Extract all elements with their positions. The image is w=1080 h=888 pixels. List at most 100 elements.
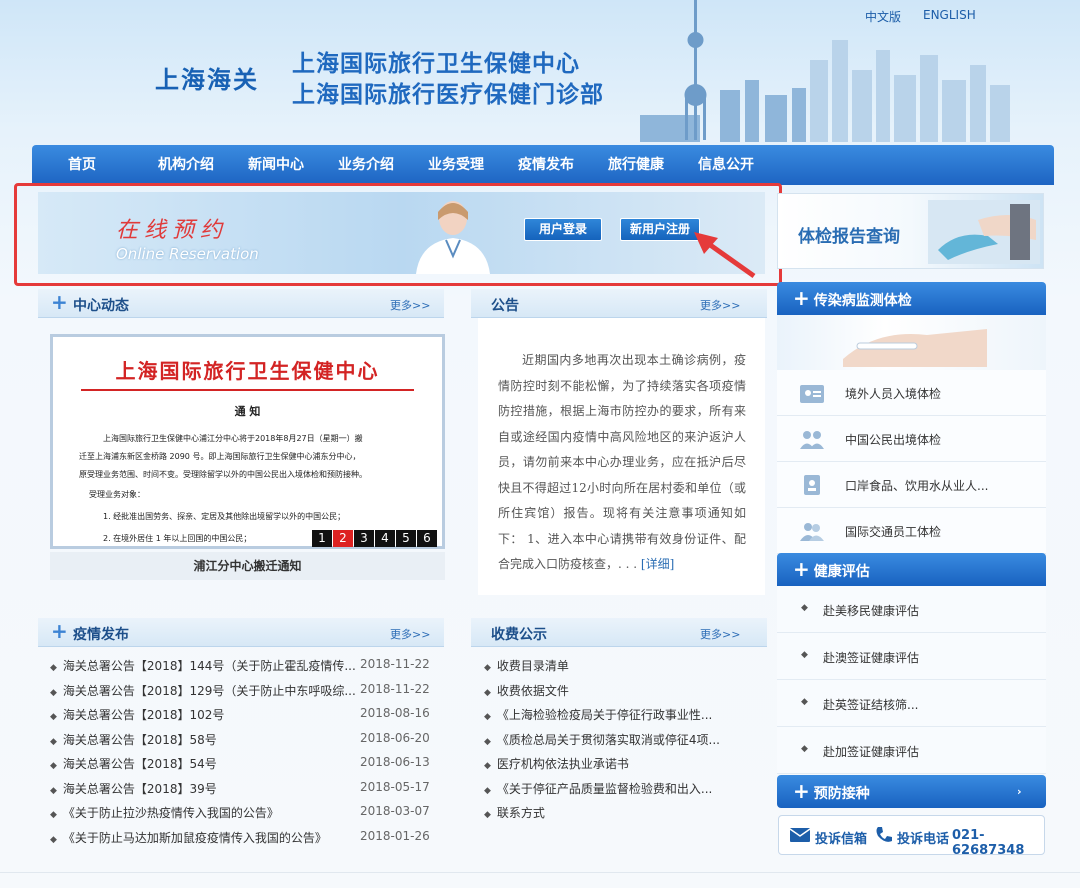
skyline-illustration [640, 0, 1010, 142]
phone-icon [876, 827, 892, 842]
pager-page-6[interactable]: 6 [417, 530, 437, 547]
news-slide-caption[interactable]: 浦江分中心搬迁通知 [50, 552, 445, 580]
doctor-hands-art [843, 329, 987, 367]
health-item-label[interactable]: 赴澳签证健康评估 [823, 649, 919, 666]
list-item-title[interactable]: 医疗机构依法执业承诺书 [497, 757, 629, 771]
infectious-item-label[interactable]: 中国公民出境体检 [845, 431, 941, 448]
notice-doc-heading: 通 知 [234, 405, 261, 418]
vaccination-title: 预防接种 [813, 786, 870, 802]
infectious-item-label[interactable]: 国际交通员工体检 [845, 523, 941, 540]
list-item-title[interactable]: 海关总署公告【2018】129号（关于防止中东呼吸综... [63, 684, 356, 698]
infectious-item-label[interactable]: 口岸食品、饮用水从业人... [845, 477, 988, 494]
announcement-more-link[interactable]: 更多>> [700, 297, 740, 313]
fees-more-link[interactable]: 更多>> [700, 626, 740, 642]
list-item-title[interactable]: 《关于停征产品质量监督检验费和出入... [497, 782, 712, 796]
health-item-au[interactable]: ◆ 赴澳签证健康评估 [777, 633, 1046, 680]
bullet-icon: ◆ [50, 687, 57, 698]
doctor-hands-image [777, 315, 1046, 370]
pager-page-1[interactable]: 1 [312, 530, 332, 547]
announcement-panel-header: 公告 更多>> [471, 289, 767, 318]
health-item-uk[interactable]: ◆ 赴英签证结核筛... [777, 680, 1046, 727]
report-lookup-banner[interactable]: 体检报告查询 [777, 193, 1044, 269]
nav-info-disclosure[interactable]: 信息公开 [698, 145, 788, 185]
infectious-item-transport-staff[interactable]: 国际交通员工体检 [777, 508, 1046, 554]
list-item-title[interactable]: 《质检总局关于贯彻落实取消或停征4项... [497, 733, 720, 747]
group-icon [800, 431, 824, 449]
list-item[interactable]: ◆ 《上海检验检疫局关于停征行政事业性... [484, 706, 764, 731]
list-item[interactable]: ◆ 海关总署公告【2018】144号（关于防止霍乱疫情传... 2018-11-22 [50, 657, 445, 682]
pager-page-4[interactable]: 4 [375, 530, 395, 547]
list-item-title[interactable]: 收费依据文件 [497, 684, 569, 698]
list-item[interactable]: ◆ 《关于停征产品质量监督检验费和出入... [484, 780, 764, 805]
list-item[interactable]: ◆ 《关于防止马达加斯加鼠疫疫情传入我国的公告》 2018-01-26 [50, 829, 445, 854]
infectious-item-outbound[interactable]: 中国公民出境体检 [777, 416, 1046, 462]
list-item[interactable]: ◆ 海关总署公告【2018】39号 2018-05-17 [50, 780, 445, 805]
infectious-item-inbound[interactable]: 境外人员入境体检 [777, 370, 1046, 416]
chevron-right-icon: › [1017, 785, 1022, 798]
nav-travel-health[interactable]: 旅行健康 [608, 145, 698, 185]
list-item-title[interactable]: 海关总署公告【2018】144号（关于防止霍乱疫情传... [63, 659, 356, 673]
news-slideshow[interactable]: 上海国际旅行卫生保健中心 通 知 上海国际旅行卫生保健中心浦江分中心将于2018… [50, 334, 445, 549]
medical-hands-image [928, 200, 1040, 264]
complaint-mailbox-link[interactable]: 投诉信箱 [815, 828, 867, 847]
nav-about[interactable]: 机构介绍 [158, 145, 248, 185]
list-item-title[interactable]: 海关总署公告【2018】102号 [63, 708, 224, 722]
health-item-label[interactable]: 赴加签证健康评估 [823, 743, 919, 760]
nav-news[interactable]: 新闻中心 [248, 145, 338, 185]
site-title-line2: 上海国际旅行医疗保健门诊部 [292, 82, 604, 108]
list-item[interactable]: ◆ 海关总署公告【2018】54号 2018-06-13 [50, 755, 445, 780]
announcement-detail-link[interactable]: [详细] [641, 557, 674, 571]
news-panel-title: 中心动态 [73, 298, 129, 314]
vaccination-header[interactable]: + 预防接种 › [777, 775, 1046, 808]
bullet-icon: ◆ [801, 650, 808, 660]
health-item-label[interactable]: 赴美移民健康评估 [823, 602, 919, 619]
news-more-link[interactable]: 更多>> [390, 297, 430, 313]
people-icon [800, 523, 824, 541]
list-item[interactable]: ◆ 收费依据文件 [484, 682, 764, 707]
list-item-title[interactable]: 海关总署公告【2018】39号 [63, 782, 217, 796]
list-item-title[interactable]: 《上海检验检疫局关于停征行政事业性... [497, 708, 712, 722]
health-item-us[interactable]: ◆ 赴美移民健康评估 [777, 586, 1046, 633]
pager-page-5[interactable]: 5 [396, 530, 416, 547]
nav-service-acceptance[interactable]: 业务受理 [428, 145, 518, 185]
bullet-icon: ◆ [484, 761, 491, 771]
list-item-title[interactable]: 《关于防止马达加斯加鼠疫疫情传入我国的公告》 [63, 831, 327, 845]
nav-home[interactable]: 首页 [68, 145, 158, 185]
id-card-icon [800, 385, 824, 403]
pager-page-3[interactable]: 3 [354, 530, 374, 547]
list-item[interactable]: ◆ 海关总署公告【2018】129号（关于防止中东呼吸综... 2018-11-22 [50, 682, 445, 707]
list-item-date: 2018-03-07 [360, 804, 430, 818]
health-item-ca[interactable]: ◆ 赴加签证健康评估 [777, 727, 1046, 774]
list-item[interactable]: ◆ 联系方式 [484, 804, 764, 829]
customs-logo[interactable]: 上海海关 [155, 60, 259, 95]
notice-doc-line: 受理业务对象： [89, 490, 145, 499]
notice-doc-title: 上海国际旅行卫生保健中心 [115, 359, 380, 383]
announcement-text: 近期国内多地再次出现本土确诊病例，疫情防控时刻不能松懈，为了持续落实各项疫情防控… [498, 353, 746, 571]
infectious-item-food-workers[interactable]: 口岸食品、饮用水从业人... [777, 462, 1046, 508]
news-panel-header: + 中心动态 更多>> [38, 289, 444, 318]
nav-services[interactable]: 业务介绍 [338, 145, 428, 185]
bullet-icon: ◆ [801, 603, 808, 613]
list-item-date: 2018-08-16 [360, 706, 430, 720]
list-item-title[interactable]: 海关总署公告【2018】58号 [63, 733, 217, 747]
epidemic-more-link[interactable]: 更多>> [390, 626, 430, 642]
list-item[interactable]: ◆ 医疗机构依法执业承诺书 [484, 755, 764, 780]
list-item-title[interactable]: 海关总署公告【2018】54号 [63, 757, 217, 771]
list-item[interactable]: ◆ 海关总署公告【2018】58号 2018-06-20 [50, 731, 445, 756]
pager-page-2[interactable]: 2 [333, 530, 353, 547]
list-item-title[interactable]: 收费目录清单 [497, 659, 569, 673]
list-item[interactable]: ◆ 《关于防止拉沙热疫情传入我国的公告》 2018-03-07 [50, 804, 445, 829]
epidemic-list: ◆ 海关总署公告【2018】144号（关于防止霍乱疫情传... 2018-11-22… [50, 657, 445, 853]
health-item-label[interactable]: 赴英签证结核筛... [823, 696, 918, 713]
list-item-title[interactable]: 联系方式 [497, 806, 545, 820]
health-assessment-header[interactable]: + 健康评估 [777, 553, 1046, 586]
nav-epidemic[interactable]: 疫情发布 [518, 145, 608, 185]
list-item[interactable]: ◆ 收费目录清单 [484, 657, 764, 682]
list-item-title[interactable]: 《关于防止拉沙热疫情传入我国的公告》 [63, 806, 279, 820]
infectious-item-label[interactable]: 境外人员入境体检 [845, 385, 941, 402]
list-item[interactable]: ◆ 《质检总局关于贯彻落实取消或停征4项... [484, 731, 764, 756]
report-lookup-label[interactable]: 体检报告查询 [798, 222, 900, 247]
health-assessment-title: 健康评估 [813, 564, 870, 580]
infectious-exam-header[interactable]: + 传染病监测体检 [777, 282, 1046, 315]
list-item[interactable]: ◆ 海关总署公告【2018】102号 2018-08-16 [50, 706, 445, 731]
